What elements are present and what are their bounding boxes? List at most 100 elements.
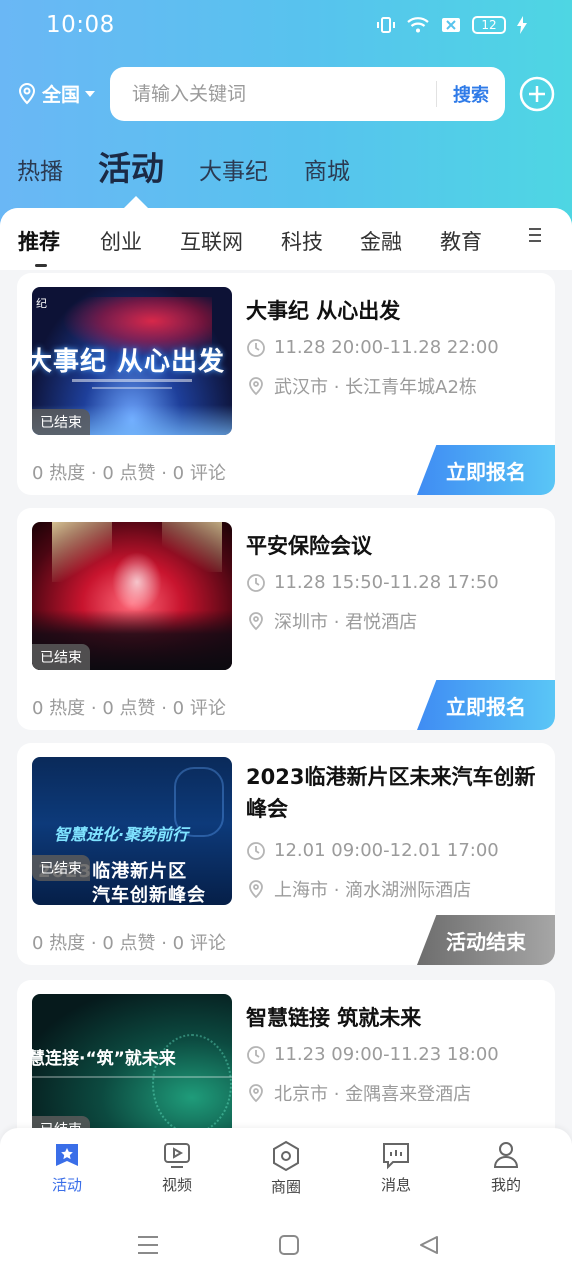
event-card[interactable]: 已结束 平安保险会议 11.28 15:50-11.28 17:50 深圳市 ·…: [17, 508, 555, 730]
menu-icon: [529, 228, 541, 242]
search-divider: [436, 81, 437, 107]
hexagon-icon: [273, 1140, 299, 1172]
event-location: 武汉市 · 长江青年城A2栋: [274, 377, 477, 398]
event-location-row: 北京市 · 金隅喜来登酒店: [246, 1080, 471, 1106]
add-button[interactable]: [519, 76, 555, 116]
event-ended-button[interactable]: 活动结束: [417, 915, 555, 965]
activity-star-icon: [56, 1144, 78, 1166]
status-icons: 12: [376, 15, 528, 35]
status-badge: 已结束: [32, 409, 90, 435]
thumbnail-corner-text: 纪: [36, 297, 47, 310]
category-finance[interactable]: 金融: [360, 226, 402, 256]
clock-icon: [247, 1045, 265, 1064]
event-time: 12.01 09:00-12.01 17:00: [274, 840, 499, 861]
nav-business[interactable]: 商圈: [246, 1140, 326, 1197]
tab-activity[interactable]: 活动: [98, 142, 164, 190]
clock-icon: [247, 573, 265, 592]
event-thumbnail: 慧连接·“筑”就未来 已结束: [32, 994, 232, 1142]
event-time-row: 11.28 20:00-11.28 22:00: [246, 337, 499, 358]
category-education[interactable]: 教育: [440, 226, 482, 256]
event-location: 北京市 · 金隅喜来登酒店: [274, 1084, 472, 1105]
event-thumbnail: 智慧进化·聚势前行 2023临港新片区 汽车创新峰会 已结束: [32, 757, 232, 905]
event-stats: 0 热度 · 0 点赞 · 0 评论: [32, 698, 226, 719]
register-button[interactable]: 立即报名: [417, 680, 555, 730]
nav-label: 视频: [161, 1176, 192, 1194]
message-icon: [383, 1143, 409, 1170]
thumbnail-slogan: 智慧进化·聚势前行: [54, 825, 189, 844]
register-button[interactable]: 立即报名: [417, 445, 555, 495]
thumbnail-slogan: 慧连接·“筑”就未来: [32, 1049, 176, 1069]
event-thumbnail: 已结束: [32, 522, 232, 670]
event-card[interactable]: 纪 大事纪 从心出发 已结束 大事纪 从心出发 11.28 20:00-11.2…: [17, 273, 555, 495]
event-stats: 0 热度 · 0 点赞 · 0 评论: [32, 933, 226, 954]
status-bar: 10:08 12: [0, 0, 572, 50]
event-time: 11.23 09:00-11.23 18:00: [274, 1044, 499, 1065]
category-recommend[interactable]: 推荐: [18, 226, 60, 256]
clock-icon: [247, 841, 265, 860]
location-pin-icon: [249, 880, 263, 899]
event-location-row: 武汉市 · 长江青年城A2栋: [246, 373, 477, 399]
triangle-back-icon: [420, 1236, 438, 1254]
event-card[interactable]: 智慧进化·聚势前行 2023临港新片区 汽车创新峰会 已结束 2023临港新片区…: [17, 743, 555, 965]
plus-circle-icon: [519, 76, 555, 112]
top-tabs: 热播 活动 大事纪 商城: [0, 140, 572, 208]
recent-apps-button[interactable]: [136, 1234, 160, 1260]
tab-hot[interactable]: 热播: [17, 152, 63, 186]
nav-messages[interactable]: 消息: [356, 1140, 436, 1195]
nav-label: 消息: [380, 1176, 411, 1194]
event-time-row: 11.28 15:50-11.28 17:50: [246, 572, 499, 593]
event-location: 深圳市 · 君悦酒店: [274, 612, 418, 633]
thumbnail-title-text: 大事纪 从心出发: [32, 347, 226, 377]
category-menu-button[interactable]: [527, 226, 543, 248]
vibrate-icon: [376, 15, 396, 35]
video-icon: [164, 1143, 190, 1168]
nav-label: 商圈: [270, 1178, 301, 1196]
status-time: 10:08: [46, 12, 115, 38]
category-underline: [35, 264, 47, 267]
caret-down-icon: [85, 90, 96, 97]
event-title: 智慧链接 筑就未来: [246, 1006, 422, 1030]
nav-profile[interactable]: 我的: [466, 1140, 546, 1195]
event-time-row: 12.01 09:00-12.01 17:00: [246, 840, 499, 861]
search-input[interactable]: [132, 83, 432, 105]
category-startup[interactable]: 创业: [100, 226, 142, 256]
event-time: 11.28 20:00-11.28 22:00: [274, 337, 499, 358]
home-button[interactable]: [278, 1234, 300, 1260]
clock-icon: [247, 338, 265, 357]
bottom-nav: 活动 视频 商圈 消息 我的: [0, 1128, 572, 1218]
event-stats: 0 热度 · 0 点赞 · 0 评论: [32, 463, 226, 484]
active-tab-indicator: [124, 196, 148, 208]
event-location-row: 深圳市 · 君悦酒店: [246, 608, 417, 634]
nav-activity[interactable]: 活动: [27, 1140, 107, 1195]
event-title: 2023临港新片区未来汽车创新峰会: [246, 765, 536, 821]
location-selector[interactable]: 全国: [16, 80, 96, 107]
nav-video[interactable]: 视频: [137, 1140, 217, 1195]
location-pin-icon: [249, 377, 263, 396]
event-location: 上海市 · 滴水湖洲际酒店: [274, 880, 472, 901]
menu-lines-icon: [138, 1236, 158, 1254]
nav-label: 活动: [51, 1176, 82, 1194]
nav-label: 我的: [490, 1176, 521, 1194]
thumbnail-line-three: 汽车创新峰会: [92, 885, 206, 905]
search-box: 搜索: [110, 67, 505, 121]
search-button[interactable]: 搜索: [453, 81, 489, 107]
event-thumbnail: 纪 大事纪 从心出发 已结束: [32, 287, 232, 435]
location-label: 全国: [42, 84, 81, 106]
battery-icon: 12: [472, 16, 506, 34]
user-icon: [493, 1142, 519, 1168]
tab-chronicle[interactable]: 大事纪: [199, 152, 268, 186]
no-sim-icon: [440, 15, 462, 35]
event-title: 大事纪 从心出发: [246, 299, 401, 323]
event-title: 平安保险会议: [246, 534, 372, 558]
system-nav-bar: [0, 1218, 572, 1280]
back-button[interactable]: [418, 1234, 440, 1260]
location-pin-icon: [18, 82, 36, 104]
tab-mall[interactable]: 商城: [304, 152, 350, 186]
category-internet[interactable]: 互联网: [180, 226, 243, 256]
charging-icon: [516, 15, 528, 35]
location-pin-icon: [249, 612, 263, 631]
category-bar: 推荐 创业 互联网 科技 金融 教育: [0, 208, 572, 270]
category-tech[interactable]: 科技: [281, 226, 323, 256]
event-time-row: 11.23 09:00-11.23 18:00: [246, 1044, 499, 1065]
status-badge: 已结束: [32, 855, 90, 881]
